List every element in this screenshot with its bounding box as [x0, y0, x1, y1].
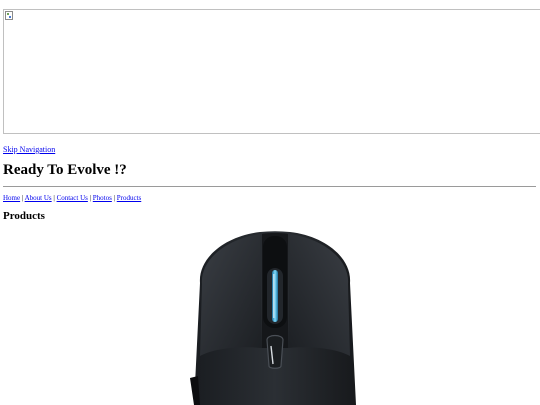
page-title: Ready To Evolve !?: [3, 162, 127, 178]
nav-products[interactable]: Products: [117, 194, 142, 202]
banner-image: [3, 9, 540, 134]
nav-photos[interactable]: Photos: [93, 194, 112, 202]
broken-image-icon: [5, 11, 13, 20]
section-heading: Products: [3, 210, 45, 222]
nav-contact-us[interactable]: Contact Us: [57, 194, 88, 202]
divider: [3, 186, 536, 187]
nav-bar: Home | About Us | Contact Us | Photos | …: [3, 193, 141, 203]
skip-navigation-link[interactable]: Skip Navigation: [3, 145, 55, 154]
nav-home[interactable]: Home: [3, 194, 20, 202]
gaming-mouse-image: [190, 231, 356, 405]
nav-about-us[interactable]: About Us: [25, 194, 52, 202]
